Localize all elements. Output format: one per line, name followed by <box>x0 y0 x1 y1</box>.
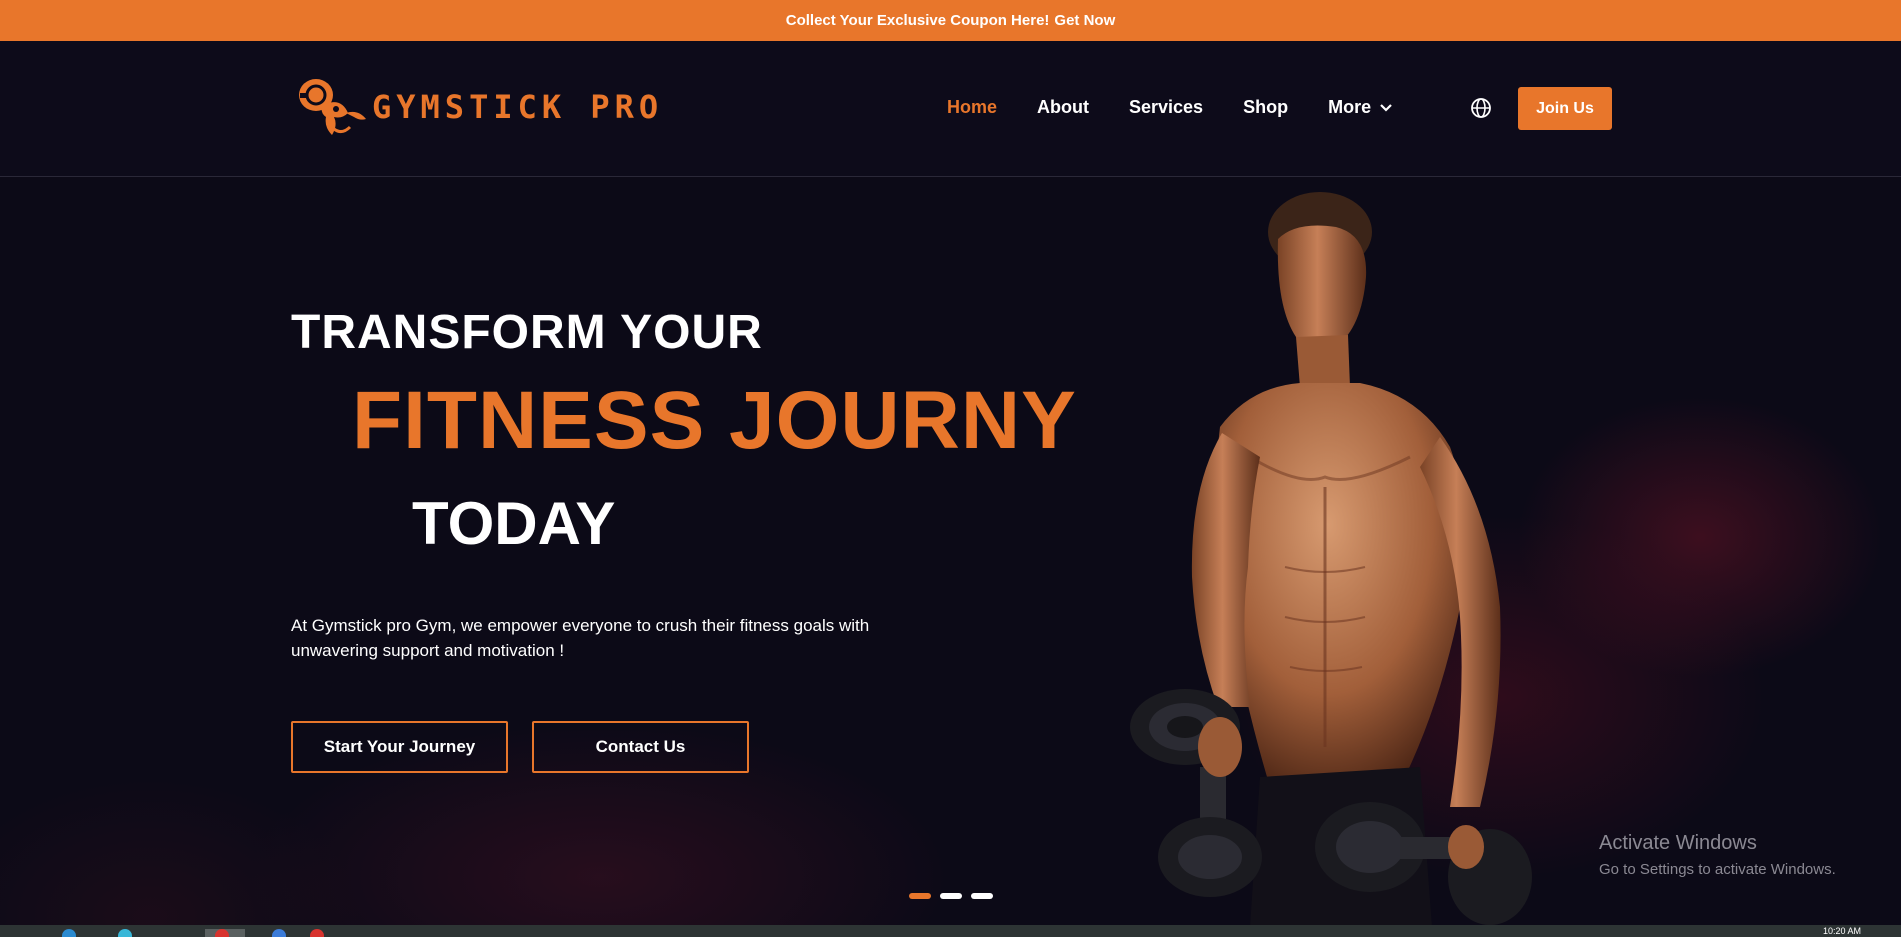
promo-bar: Collect Your Exclusive Coupon Here! Get … <box>0 0 1901 41</box>
site-header: GYMSTICK PRO Home About Services Shop Mo… <box>0 41 1901 177</box>
taskbar-app-icon[interactable] <box>272 929 286 937</box>
nav-home[interactable]: Home <box>947 97 997 118</box>
nav-more-label: More <box>1328 97 1372 117</box>
hero-title-line2: FITNESS JOURNY <box>352 375 1077 466</box>
slide-dot-2[interactable] <box>940 893 962 899</box>
gym-logo-icon <box>290 69 370 145</box>
nav-about[interactable]: About <box>1037 97 1089 118</box>
hero-title-line1: TRANSFORM YOUR <box>291 306 763 359</box>
hero-description: At Gymstick pro Gym, we empower everyone… <box>291 616 870 660</box>
brand-logo[interactable]: GYMSTICK PRO <box>290 69 663 145</box>
taskbar-app-icon[interactable] <box>118 929 132 937</box>
taskbar-app-icon[interactable] <box>62 929 76 937</box>
taskbar-app-icon[interactable] <box>215 929 229 937</box>
hero-section: TRANSFORM YOUR FITNESS JOURNY TODAY At G… <box>0 177 1901 925</box>
slide-dot-3[interactable] <box>971 893 993 899</box>
promo-get-now-link[interactable]: Get Now <box>1054 12 1115 29</box>
contact-us-button[interactable]: Contact Us <box>532 721 749 773</box>
athlete-hero-image <box>1130 192 1532 925</box>
main-nav: Home About Services Shop More <box>947 97 1433 118</box>
nav-more[interactable]: More <box>1328 97 1393 118</box>
slide-dot-1[interactable] <box>909 893 931 899</box>
nav-services[interactable]: Services <box>1129 97 1203 118</box>
os-taskbar: 10:20 AM <box>0 925 1901 937</box>
taskbar-clock[interactable]: 10:20 AM <box>1823 926 1861 936</box>
nav-shop[interactable]: Shop <box>1243 97 1288 118</box>
globe-icon[interactable] <box>1469 96 1493 120</box>
chevron-down-icon <box>1380 103 1392 112</box>
watermark-subtitle: Go to Settings to activate Windows. <box>1599 861 1836 878</box>
windows-activation-watermark: Activate Windows Go to Settings to activ… <box>1599 832 1836 878</box>
join-us-button[interactable]: Join Us <box>1518 87 1612 130</box>
slider-dots <box>909 893 1002 899</box>
start-journey-button[interactable]: Start Your Journey <box>291 721 508 773</box>
taskbar-app-icon[interactable] <box>310 929 324 937</box>
promo-text: Collect Your Exclusive Coupon Here! <box>785 12 1050 29</box>
watermark-title: Activate Windows <box>1599 832 1757 854</box>
hero-title-line3: TODAY <box>412 490 616 557</box>
brand-name: GYMSTICK PRO <box>372 88 664 126</box>
